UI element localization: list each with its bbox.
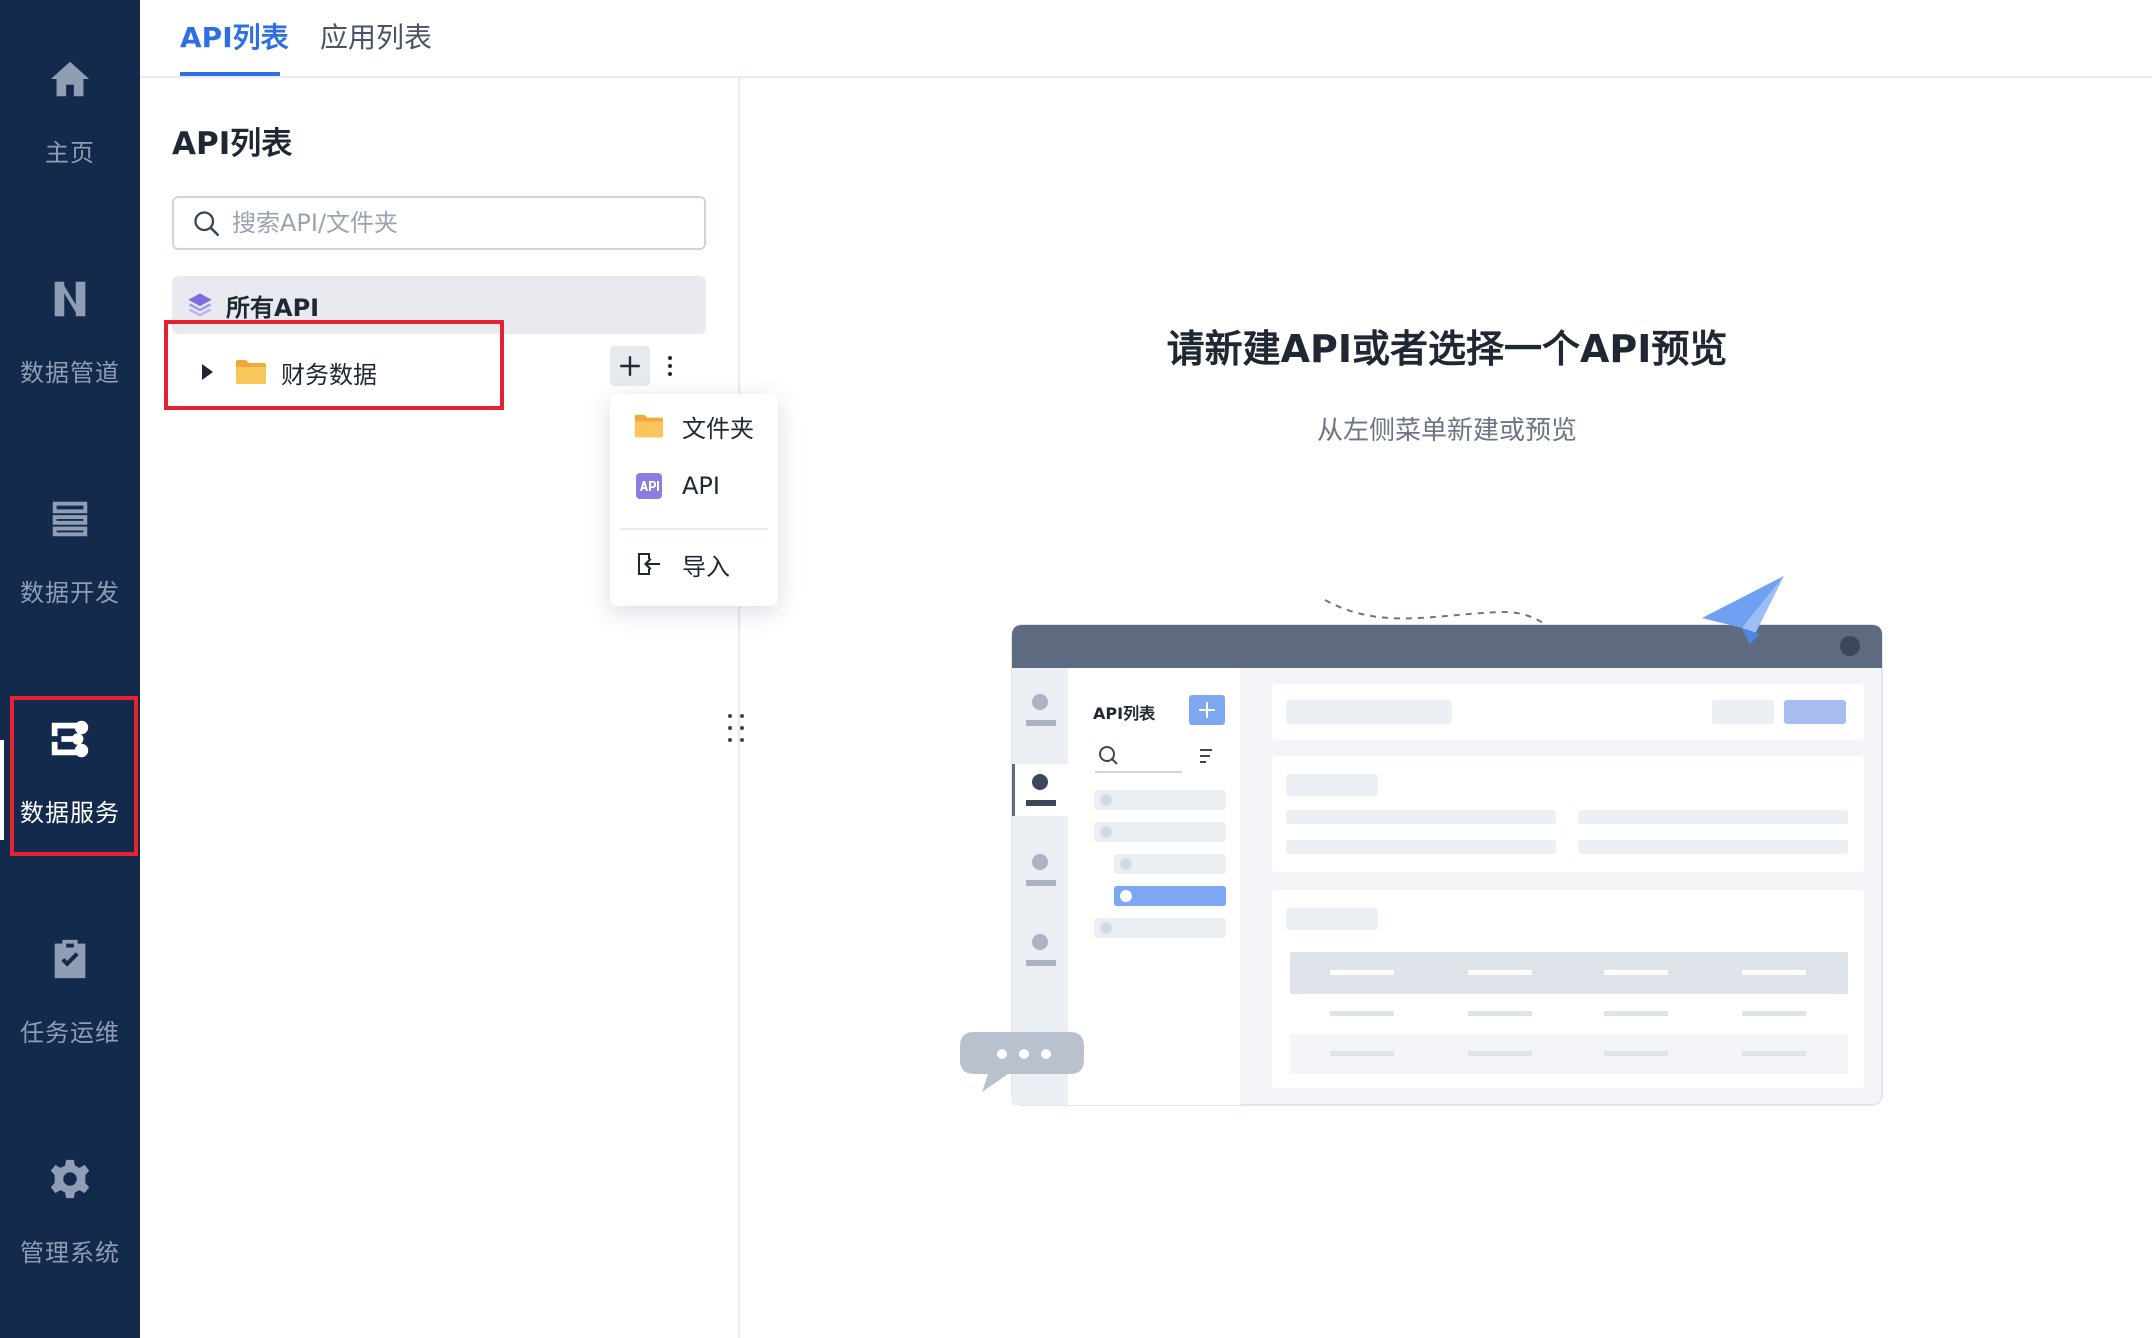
folder-icon xyxy=(236,360,266,384)
home-icon xyxy=(46,55,94,103)
layers-icon xyxy=(188,293,212,317)
menu-item-label: 导入 xyxy=(682,552,730,581)
more-options-button[interactable] xyxy=(662,350,678,382)
empty-state-subtitle: 从左侧菜单新建或预览 xyxy=(1316,416,1577,446)
nav-item-label: 数据开发 xyxy=(20,579,120,607)
nav-item-pipeline[interactable]: 数据管道 xyxy=(0,220,140,420)
database-icon xyxy=(46,495,94,543)
tab-api-list[interactable]: API列表 xyxy=(180,16,289,56)
menu-item-api[interactable]: API xyxy=(610,458,778,514)
pipeline-icon xyxy=(46,275,94,323)
empty-state-title: 请新建API或者选择一个API预览 xyxy=(1166,327,1728,371)
api-tree-panel: API列表 所有API 财务数据 xyxy=(140,78,740,1338)
nav-item-admin[interactable]: 管理系统 xyxy=(0,1100,140,1300)
nav-item-label: 数据管道 xyxy=(20,359,120,387)
search-input[interactable] xyxy=(232,209,692,237)
tree-item-all-api[interactable]: 所有API xyxy=(172,276,706,334)
illustration-label: API列表 xyxy=(1093,704,1156,723)
tab-app-list[interactable]: 应用列表 xyxy=(320,16,432,56)
data-service-icon xyxy=(46,715,94,763)
search-icon xyxy=(194,211,219,236)
nav-item-home[interactable]: 主页 xyxy=(0,0,140,200)
gear-icon xyxy=(46,1155,94,1203)
nav-active-indicator xyxy=(0,740,4,840)
search-box xyxy=(172,196,706,250)
add-button[interactable] xyxy=(610,346,650,386)
import-icon xyxy=(638,553,660,575)
plus-icon xyxy=(620,356,640,376)
panel-resize-handle[interactable] xyxy=(728,714,750,744)
nav-item-label: 数据服务 xyxy=(20,799,120,827)
tree-item-label: 所有API xyxy=(226,293,320,322)
nav-item-task-ops[interactable]: 任务运维 xyxy=(0,880,140,1080)
menu-item-import[interactable]: 导入 xyxy=(610,536,778,592)
clipboard-check-icon xyxy=(46,935,94,983)
more-dot-icon xyxy=(668,364,672,368)
panel-title: API列表 xyxy=(172,126,293,162)
nav-item-data-service[interactable]: 数据服务 xyxy=(0,660,140,860)
left-nav: 主页 数据管道 数据开发 数据服务 任务运维 管理系统 xyxy=(0,0,140,1338)
nav-item-label: 管理系统 xyxy=(20,1239,120,1267)
top-tabs: API列表 应用列表 xyxy=(140,0,2152,78)
empty-state-illustration xyxy=(960,576,1883,1106)
expand-caret-icon[interactable] xyxy=(202,364,213,380)
more-dot-icon xyxy=(668,372,672,376)
nav-item-data-dev[interactable]: 数据开发 xyxy=(0,440,140,640)
menu-divider xyxy=(620,528,768,530)
more-dot-icon xyxy=(668,356,672,360)
active-tab-underline xyxy=(180,72,280,76)
nav-item-label: 任务运维 xyxy=(20,1019,120,1047)
api-icon xyxy=(636,473,662,499)
menu-item-label: API xyxy=(682,472,720,500)
folder-name: 财务数据 xyxy=(281,360,377,389)
nav-item-label: 主页 xyxy=(45,139,95,167)
folder-icon xyxy=(634,414,664,438)
